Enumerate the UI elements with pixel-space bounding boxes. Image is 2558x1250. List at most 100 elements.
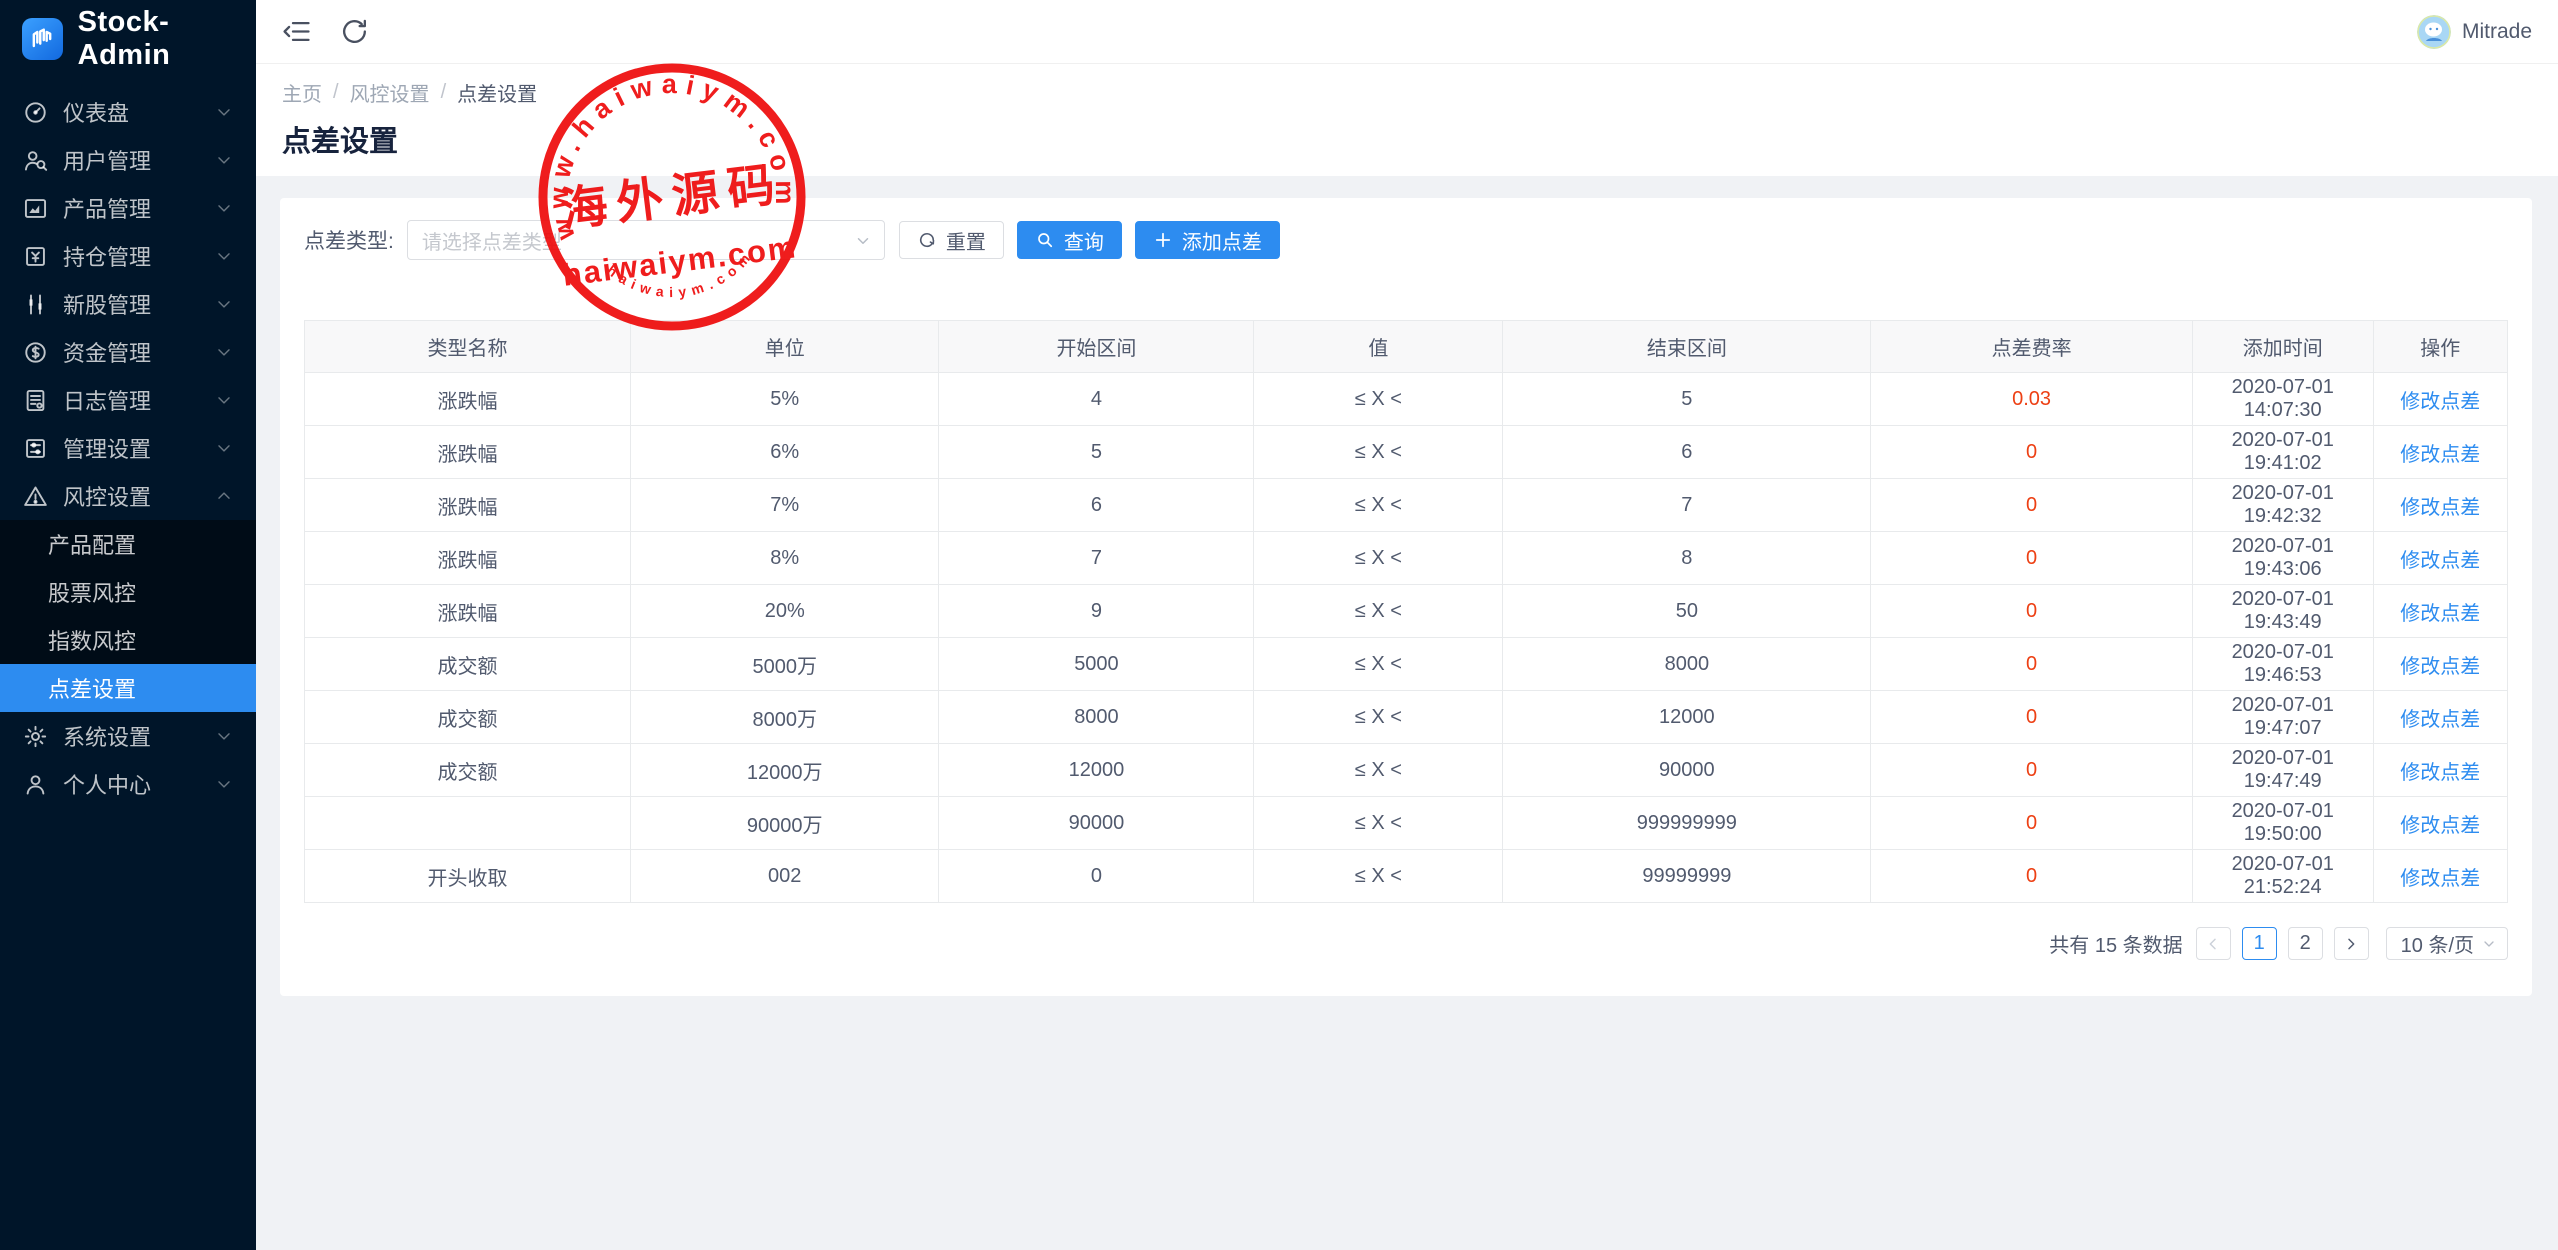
cell-fee: 0 <box>1871 850 2193 903</box>
edit-spread-link[interactable]: 修改点差 <box>2400 497 2480 519</box>
cell-start: 6 <box>939 479 1254 532</box>
edit-spread-link[interactable]: 修改点差 <box>2400 815 2480 837</box>
spread-type-placeholder: 请选择点差类型 <box>422 226 562 255</box>
cell-start: 8000 <box>939 691 1254 744</box>
table-row: 涨跌幅7%6≤ X <702020-07-01 19:42:32修改点差 <box>305 479 2508 532</box>
sidebar-item-日志管理[interactable]: 日志管理 <box>0 376 256 424</box>
cell-start: 12000 <box>939 744 1254 797</box>
reset-button[interactable]: 重置 <box>899 221 1004 259</box>
sidebar-subitem-指数风控[interactable]: 指数风控 <box>0 616 256 664</box>
table-row: 涨跌幅8%7≤ X <802020-07-01 19:43:06修改点差 <box>305 532 2508 585</box>
chevron-down-icon <box>214 342 234 362</box>
chevron-down-icon <box>214 150 234 170</box>
page-size-select[interactable]: 10 条/页 <box>2386 927 2508 960</box>
cell-cond: ≤ X < <box>1254 373 1503 426</box>
cell-type: 涨跌幅 <box>305 532 631 585</box>
sidebar-item-系统设置[interactable]: 系统设置 <box>0 712 256 760</box>
search-label: 查询 <box>1064 226 1104 255</box>
column-header-点差费率: 点差费率 <box>1871 321 2193 373</box>
table-row: 涨跌幅20%9≤ X <5002020-07-01 19:43:49修改点差 <box>305 585 2508 638</box>
sidebar-item-用户管理[interactable]: 用户管理 <box>0 136 256 184</box>
chevron-down-icon <box>214 774 234 794</box>
add-spread-button[interactable]: 添加点差 <box>1135 221 1280 259</box>
cell-cond: ≤ X < <box>1254 797 1503 850</box>
chevron-down-icon <box>214 294 234 314</box>
cell-unit: 20% <box>631 585 939 638</box>
edit-spread-link[interactable]: 修改点差 <box>2400 391 2480 413</box>
user-menu[interactable]: Mitrade <box>2417 15 2532 49</box>
chevron-down-icon <box>214 726 234 746</box>
edit-spread-link[interactable]: 修改点差 <box>2400 444 2480 466</box>
search-icon <box>1035 230 1055 250</box>
breadcrumb-item-风控设置[interactable]: 风控设置 <box>350 78 430 107</box>
cell-time: 2020-07-01 21:52:24 <box>2192 850 2373 903</box>
cell-cond: ≤ X < <box>1254 850 1503 903</box>
pagination: 共有 15 条数据 12 10 条/页 <box>304 927 2508 960</box>
pagination-total: 共有 15 条数据 <box>2049 929 2182 958</box>
column-header-单位: 单位 <box>631 321 939 373</box>
sidebar-item-产品管理[interactable]: 产品管理 <box>0 184 256 232</box>
cell-actions: 修改点差 <box>2373 850 2507 903</box>
edit-spread-link[interactable]: 修改点差 <box>2400 656 2480 678</box>
search-button[interactable]: 查询 <box>1017 221 1122 259</box>
edit-spread-link[interactable]: 修改点差 <box>2400 709 2480 731</box>
cell-fee: 0 <box>1871 532 2193 585</box>
cell-type: 开头收取 <box>305 850 631 903</box>
breadcrumb-separator: / <box>441 81 447 104</box>
app-logo[interactable]: Stock-Admin <box>0 0 256 78</box>
pagination-next-button[interactable] <box>2334 927 2369 960</box>
cell-actions: 修改点差 <box>2373 373 2507 426</box>
edit-spread-link[interactable]: 修改点差 <box>2400 550 2480 572</box>
filter-row: 点差类型: 请选择点差类型 重置 查询 <box>304 220 2508 260</box>
edit-spread-link[interactable]: 修改点差 <box>2400 603 2480 625</box>
cell-time: 2020-07-01 19:41:02 <box>2192 426 2373 479</box>
chevron-left-icon <box>2205 936 2221 952</box>
sidebar-subitem-点差设置[interactable]: 点差设置 <box>0 664 256 712</box>
pagination-prev-button[interactable] <box>2196 927 2231 960</box>
sidebar-item-管理设置[interactable]: 管理设置 <box>0 424 256 472</box>
pagination-page-1[interactable]: 1 <box>2242 927 2277 960</box>
breadcrumb-item-主页[interactable]: 主页 <box>282 78 322 107</box>
cell-actions: 修改点差 <box>2373 638 2507 691</box>
chevron-down-icon <box>214 198 234 218</box>
sidebar-item-风控设置[interactable]: 风控设置 <box>0 472 256 520</box>
sidebar-item-仪表盘[interactable]: 仪表盘 <box>0 88 256 136</box>
sidebar-subitem-产品配置[interactable]: 产品配置 <box>0 520 256 568</box>
cell-fee: 0.03 <box>1871 373 2193 426</box>
chevron-down-icon <box>854 232 872 250</box>
pagination-page-2[interactable]: 2 <box>2288 927 2323 960</box>
refresh-icon[interactable] <box>339 16 370 47</box>
cell-unit: 8000万 <box>631 691 939 744</box>
sidebar-item-个人中心[interactable]: 个人中心 <box>0 760 256 808</box>
sidebar-subitem-股票风控[interactable]: 股票风控 <box>0 568 256 616</box>
main-area: Mitrade 主页/风控设置/点差设置 点差设置 点差类型: 请选择点差类型 … <box>256 0 2558 1250</box>
cell-cond: ≤ X < <box>1254 585 1503 638</box>
breadcrumb-separator: / <box>333 81 339 104</box>
logs-icon <box>22 387 49 414</box>
sidebar-item-持仓管理[interactable]: 持仓管理 <box>0 232 256 280</box>
cell-type: 成交额 <box>305 638 631 691</box>
collapse-menu-icon[interactable] <box>282 16 313 47</box>
spread-type-select[interactable]: 请选择点差类型 <box>407 220 885 260</box>
risk-settings-icon <box>22 483 49 510</box>
cell-unit: 8% <box>631 532 939 585</box>
new-stock-icon <box>22 291 49 318</box>
edit-spread-link[interactable]: 修改点差 <box>2400 868 2480 890</box>
topbar: Mitrade <box>256 0 2558 64</box>
app-logo-icon <box>22 18 63 60</box>
table-row: 成交额8000万8000≤ X <1200002020-07-01 19:47:… <box>305 691 2508 744</box>
chevron-up-icon <box>214 486 234 506</box>
table-row: 涨跌幅5%4≤ X <50.032020-07-01 14:07:30修改点差 <box>305 373 2508 426</box>
cell-end: 8000 <box>1503 638 1871 691</box>
cell-fee: 0 <box>1871 744 2193 797</box>
chevron-down-icon <box>2481 936 2497 952</box>
profile-icon <box>22 771 49 798</box>
cell-unit: 002 <box>631 850 939 903</box>
cell-end: 999999999 <box>1503 797 1871 850</box>
sidebar-item-资金管理[interactable]: 资金管理 <box>0 328 256 376</box>
sidebar-item-新股管理[interactable]: 新股管理 <box>0 280 256 328</box>
cell-time: 2020-07-01 19:43:49 <box>2192 585 2373 638</box>
edit-spread-link[interactable]: 修改点差 <box>2400 762 2480 784</box>
sidebar: Stock-Admin 仪表盘用户管理产品管理持仓管理新股管理资金管理日志管理管… <box>0 0 256 1250</box>
cell-cond: ≤ X < <box>1254 426 1503 479</box>
